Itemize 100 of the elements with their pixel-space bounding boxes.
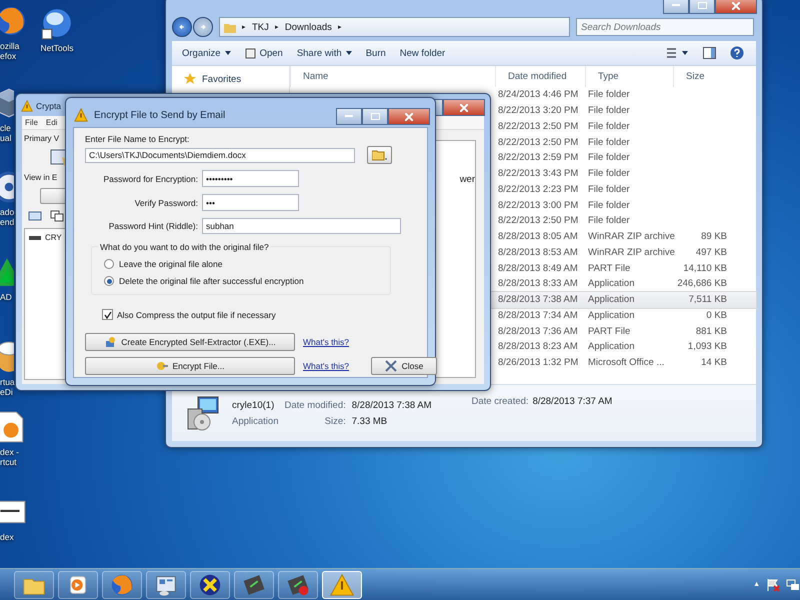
help-icon[interactable] [730, 46, 744, 60]
radio-button[interactable] [104, 259, 114, 269]
preview-pane-icon[interactable] [703, 47, 716, 59]
star-icon [184, 73, 196, 85]
password-field[interactable]: ••••••••• [202, 170, 299, 187]
taskbar-button[interactable] [58, 570, 98, 598]
file-type: Application [232, 416, 278, 426]
size-cell-text: 0 KB [705, 310, 728, 321]
size-cell-text: 89 KB [700, 231, 728, 242]
desktop-icon-label[interactable]: AD [0, 292, 12, 302]
toolbar-button[interactable]: Share with [296, 48, 352, 58]
date-cell-text: 8/28/2013 8:05 AM [497, 231, 579, 242]
desktop-icon-label[interactable]: efox [0, 51, 20, 61]
desktop-app-icon[interactable] [40, 6, 74, 40]
browse-button[interactable] [367, 146, 392, 164]
password-field[interactable]: ••• [202, 194, 299, 211]
field-label: Verify Password: [134, 198, 198, 208]
radio-label[interactable]: Leave the original file alone [119, 259, 222, 269]
desktop-icon-label[interactable]: dex - [0, 447, 19, 457]
date-modified-label: Date modified: [284, 400, 346, 410]
toolbar-button[interactable]: Burn [366, 48, 386, 58]
caret-icon [346, 51, 352, 55]
type-cell-text: File folder [587, 152, 631, 164]
size-cell-text: 7,511 KB [688, 294, 728, 306]
type-cell-text: File folder [587, 136, 631, 148]
maximize-button[interactable] [689, 0, 715, 14]
taskbar-button[interactable] [278, 570, 318, 598]
action-button[interactable]: Create Encrypted Self-Extractor (.EXE)... [85, 333, 295, 351]
date-cell-text: 8/26/2013 1:32 PM [497, 357, 580, 368]
date-cell-text: 8/28/2013 8:49 AM [497, 262, 579, 274]
checkbox[interactable] [102, 309, 113, 320]
desktop-icon-label[interactable]: rtcut [0, 457, 19, 467]
size-value: 7.33 MB [352, 416, 388, 426]
taskbar-button[interactable] [234, 570, 274, 598]
desktop-icon-label[interactable]: end [0, 217, 14, 227]
tree-item[interactable]: CRY [45, 233, 62, 242]
file-path-field[interactable]: C:\Users\TKJ\Documents\Diemdiem.docx [85, 148, 355, 162]
radio-label[interactable]: Delete the original file after successful encryption [119, 276, 304, 286]
toolbar-button[interactable]: Open [244, 48, 283, 58]
minimize-icon [672, 4, 680, 7]
taskbar-button[interactable] [146, 570, 186, 598]
menu-item[interactable]: Edi [46, 118, 58, 127]
date-cell-text: 8/22/2013 3:20 PM [497, 105, 580, 116]
minimize-button[interactable] [336, 108, 362, 125]
forward-button[interactable] [193, 17, 213, 37]
column-header[interactable]: Name [290, 66, 495, 87]
search-field[interactable]: Search Downloads [576, 18, 754, 36]
desktop-icon-label[interactable]: ado [0, 207, 14, 217]
drive-icon [29, 234, 41, 240]
desktop-icon-label[interactable]: dex [0, 532, 14, 542]
column-header[interactable]: Size [673, 66, 730, 87]
breadcrumb-item[interactable]: Downloads [284, 22, 332, 32]
radio-button[interactable] [104, 276, 114, 286]
package-icon [104, 336, 116, 348]
desktop-icon-label[interactable]: cle [0, 123, 12, 133]
desktop-icon-label[interactable]: ual [0, 133, 12, 143]
date-cell-text: 8/22/2013 2:50 PM [497, 120, 580, 132]
close-button[interactable] [443, 99, 485, 116]
dialog-title: Encrypt File to Send by Email [94, 110, 226, 120]
view-options-icon[interactable] [667, 48, 689, 58]
password-field[interactable]: subhan [202, 218, 401, 234]
minimize-button[interactable] [663, 0, 689, 14]
column-header[interactable]: Date modified [495, 66, 585, 87]
date-cell-text: 8/22/2013 2:50 PM [497, 215, 580, 226]
copy-icon[interactable] [50, 210, 64, 222]
date-cell-text: 8/22/2013 2:23 PM [497, 184, 580, 195]
type-cell-text: PART File [587, 326, 632, 337]
breadcrumb-item[interactable]: TKJ [252, 22, 269, 32]
whats-this-link[interactable]: What's this? [303, 361, 363, 371]
pane-text: wer [460, 174, 475, 185]
type-cell-text: WinRAR ZIP archive [587, 246, 673, 258]
maximize-button[interactable] [362, 108, 388, 125]
column-header[interactable]: Type [585, 66, 673, 87]
desktop-icon-label[interactable]: rtua [0, 377, 15, 387]
close-icon [460, 104, 468, 112]
size-cell-text: 246,686 KB [676, 278, 728, 290]
view-label[interactable]: View in E [24, 173, 58, 182]
taskbar-button[interactable] [14, 570, 54, 598]
network-icon[interactable] [786, 578, 800, 592]
taskbar-button[interactable] [190, 570, 230, 598]
action-button[interactable]: Encrypt File... [85, 357, 295, 375]
group-question: What do you want to do with the original file? [98, 242, 271, 252]
close-button[interactable] [715, 0, 757, 14]
toolbar-button[interactable]: New folder [400, 48, 446, 58]
date-cell-text: 8/28/2013 7:38 AM [497, 294, 579, 306]
nav-item[interactable]: Favorites [202, 74, 242, 84]
menu-item[interactable]: File [25, 118, 38, 127]
close-button[interactable] [388, 108, 430, 125]
checkbox-label[interactable]: Also Compress the output file if necessary [117, 310, 276, 320]
whats-this-link[interactable]: What's this? [303, 337, 363, 347]
drive-icon[interactable] [28, 210, 42, 222]
type-cell-text: Application [587, 310, 636, 321]
back-button[interactable] [172, 17, 192, 37]
close-button[interactable]: Close [371, 357, 437, 375]
flag-icon[interactable] [766, 578, 780, 592]
toolbar-button[interactable]: Organize [182, 48, 231, 58]
desktop-icon-label[interactable]: NetTools [40, 43, 74, 53]
desktop-icon-label[interactable]: ozilla [0, 41, 20, 51]
taskbar-button[interactable] [322, 570, 362, 598]
desktop-icon-label[interactable]: eDi [0, 387, 15, 397]
